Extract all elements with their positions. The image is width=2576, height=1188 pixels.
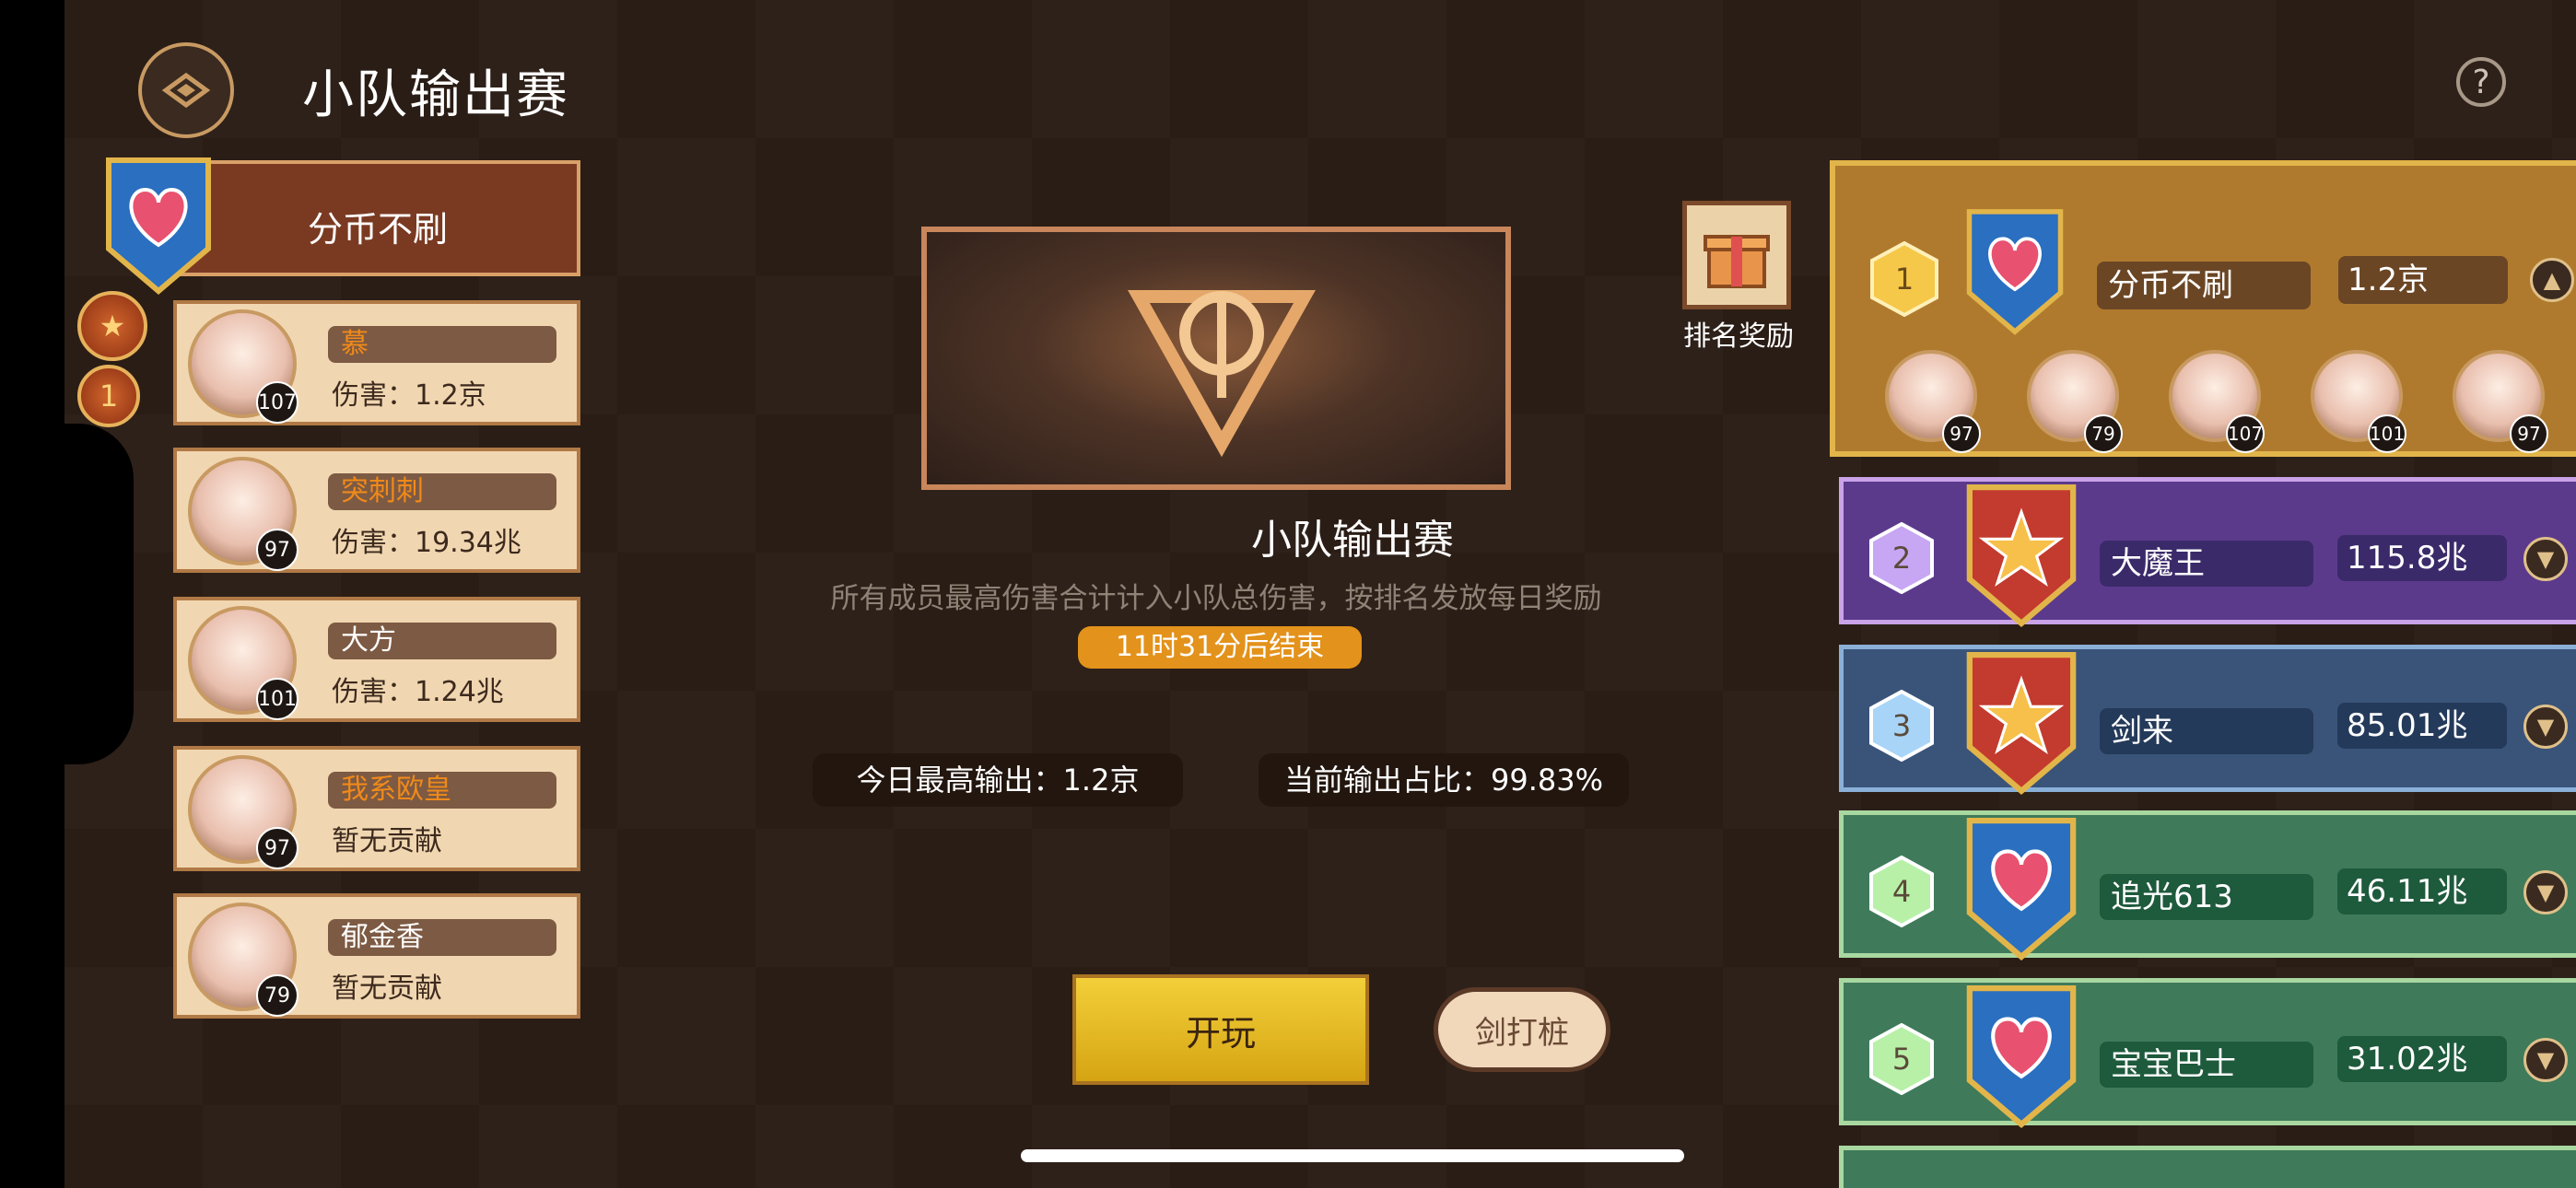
rank-team-name: 追光613: [2100, 874, 2313, 920]
game-screen: 小队输出赛 ? 分币不刷 107 慕 伤害：1.2京 97 突刺刺 伤害：19.…: [64, 0, 2576, 1188]
event-title: 小队输出赛: [1251, 517, 1454, 564]
rank-number: 4: [1891, 874, 1912, 909]
device-notch: [0, 424, 134, 764]
rank-team-damage: 85.01兆: [2337, 703, 2507, 749]
rank-team-damage: 31.02兆: [2337, 1036, 2507, 1082]
collapse-chevron-up-icon[interactable]: ▲: [2530, 258, 2574, 302]
rank-reward-button[interactable]: [1682, 201, 1791, 309]
member-damage: 暂无贡献: [332, 825, 442, 857]
member-damage: 暂无贡献: [332, 973, 442, 1005]
event-emblem-icon: [1128, 290, 1316, 458]
expand-chevron-down-icon[interactable]: ▼: [2523, 870, 2568, 914]
member-damage: 伤害：1.2京: [332, 379, 486, 412]
help-button[interactable]: ?: [2456, 57, 2506, 107]
member-name: 大方: [328, 623, 556, 659]
home-indicator[interactable]: [1021, 1149, 1684, 1162]
member-card[interactable]: 97 我系欧皇 暂无贡献: [173, 746, 580, 871]
rank-team-name: 分币不刷: [2097, 262, 2311, 309]
rank-member-level: 97: [2510, 414, 2548, 453]
team-heart-shield-icon: [1966, 209, 2064, 335]
event-banner: [921, 227, 1511, 490]
rank-number: 5: [1891, 1042, 1912, 1077]
back-arrow-icon: [161, 72, 211, 109]
member-name: 郁金香: [328, 919, 556, 956]
member-card[interactable]: 107 慕 伤害：1.2京: [173, 300, 580, 425]
member-damage: 伤害：1.24兆: [332, 676, 504, 708]
output-share: 当前输出占比：99.83%: [1259, 753, 1629, 807]
rank-team-damage: 115.8兆: [2337, 535, 2507, 581]
team-heart-shield-icon: [106, 157, 211, 295]
play-button[interactable]: 开玩: [1072, 974, 1369, 1085]
rank-team-name: 剑来: [2100, 708, 2313, 754]
ranking-row-2[interactable]: 2 大魔王 115.8兆 ▼: [1839, 477, 2576, 627]
rank-number: 2: [1891, 541, 1912, 576]
rank-member-level: 101: [2368, 414, 2406, 453]
rank-team-name: 宝宝巴士: [2100, 1042, 2313, 1088]
team-star-shield-icon: [1966, 652, 2077, 795]
back-button[interactable]: [138, 42, 234, 138]
event-timer: 11时31分后结束: [1078, 626, 1362, 669]
captain-badge-icon: ★: [77, 291, 147, 361]
member-name: 慕: [328, 326, 556, 363]
member-card[interactable]: 79 郁金香 暂无贡献: [173, 893, 580, 1019]
team-heart-shield-icon: [1966, 985, 2077, 1128]
rank-reward-label: 排名奖励: [1683, 320, 1794, 353]
member-card[interactable]: 101 大方 伤害：1.24兆: [173, 597, 580, 722]
expand-chevron-down-icon[interactable]: ▼: [2523, 1038, 2568, 1082]
rank-member-level: 79: [2084, 414, 2123, 453]
member-name: 突刺刺: [328, 473, 556, 510]
event-description: 所有成员最高伤害合计计入小队总伤害，按排名发放每日奖励: [830, 582, 1602, 615]
member-level: 107: [256, 381, 299, 424]
my-team-header: 分币不刷: [168, 160, 580, 276]
member-level: 101: [256, 678, 299, 720]
rank-team-damage: 1.2京: [2338, 256, 2508, 304]
team-heart-shield-icon: [1966, 818, 2077, 961]
training-dummy-button[interactable]: 剑打桩: [1434, 987, 1610, 1072]
rank-member-level: 107: [2226, 414, 2265, 453]
page-title: 小队输出赛: [302, 65, 569, 125]
gift-icon: [1704, 235, 1770, 288]
expand-chevron-down-icon[interactable]: ▼: [2523, 537, 2568, 581]
rank-team-damage: 46.11兆: [2337, 868, 2507, 914]
my-team-name: 分币不刷: [308, 209, 449, 250]
team-star-shield-icon: [1966, 484, 2077, 627]
member-name: 我系欧皇: [328, 772, 556, 809]
ranking-row-6-partial[interactable]: [1839, 1146, 2576, 1188]
today-max-output: 今日最高输出：1.2京: [813, 753, 1183, 807]
rank-team-name: 大魔王: [2100, 541, 2313, 587]
ranking-row-1[interactable]: 1 分币不刷 1.2京 ▲ 97 79 107 101 97: [1830, 160, 2576, 457]
ranking-row-4[interactable]: 4 追光613 46.11兆 ▼: [1839, 810, 2576, 961]
rank-number: 1: [1894, 262, 1914, 297]
member-level: 97: [256, 827, 299, 869]
rank-badge: 1: [77, 365, 140, 427]
rank-number: 3: [1891, 708, 1912, 743]
expand-chevron-down-icon[interactable]: ▼: [2523, 705, 2568, 749]
rank-member-level: 97: [1942, 414, 1981, 453]
ranking-row-5[interactable]: 5 宝宝巴士 31.02兆 ▼: [1839, 978, 2576, 1128]
ranking-row-3[interactable]: 3 剑来 85.01兆 ▼: [1839, 645, 2576, 795]
member-level: 79: [256, 974, 299, 1017]
